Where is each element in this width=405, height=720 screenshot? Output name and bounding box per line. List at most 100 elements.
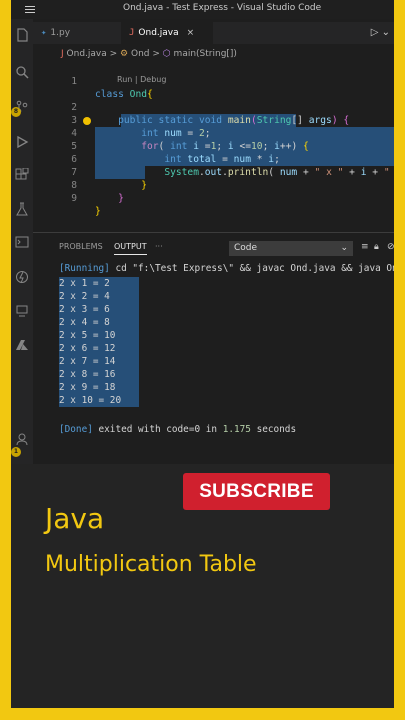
extensions-icon[interactable] [15,167,29,181]
code-line: 7 } [33,153,147,191]
code-text: int total = num * i; [164,154,280,165]
done-unit: seconds [250,424,297,435]
tab-output[interactable]: OUTPUT [114,242,147,255]
clear-icon[interactable]: ⊘ [387,242,394,252]
code-token: 2 [198,128,205,139]
code-token: main [227,115,251,126]
code-token: num [164,128,182,139]
code-text: } [95,179,147,192]
code-token: 10 [251,141,263,152]
output-done-line: [Done] exited with code=0 in 1.175 secon… [59,423,296,436]
output-channel-value: Code [234,243,258,253]
code-line: 4 for( int i =1; i <=10; i++) { [33,114,309,152]
tab-problems[interactable]: PROBLEMS [59,242,103,251]
code-token: { [343,115,350,126]
code-token: i [268,154,275,165]
azure-icon[interactable] [15,337,29,351]
lightbulb-icon[interactable] [83,117,91,125]
tab-label: Ond.java [138,28,179,38]
code-token: } [118,193,124,204]
method-icon: ⬡ [162,49,171,59]
output-line: 2 x 3 = 6 [59,304,110,315]
promo-subtitle: Multiplication Table [45,552,257,577]
code-token: total [187,154,217,165]
output-line: 2 x 9 = 18 [59,382,116,393]
more-actions-icon[interactable]: ··· [155,242,163,251]
terminal-icon[interactable] [15,234,29,248]
title-bar: Ond.java - Test Express - Visual Studio … [11,0,394,19]
breadcrumb-file[interactable]: Ond.java [67,49,107,59]
code-line: 2 public static void main(String[] args)… [33,88,349,126]
code-token: ) [331,115,338,126]
menu-icon[interactable] [25,6,35,13]
code-text: class Ond{ [95,88,153,101]
explorer-icon[interactable] [15,27,29,42]
code-token: " = " [383,167,390,178]
codelens-run-debug[interactable]: Run | Debug [117,75,166,84]
code-token: i [360,167,367,178]
code-token: println [227,167,269,178]
java-icon: J [129,28,135,38]
code-runner-icon[interactable] [15,269,29,284]
promo-title: Java [45,502,105,535]
class-icon: ⚙ [120,49,129,59]
code-token: System [164,167,199,178]
output-channel-select[interactable]: Code ⌄ [229,241,353,256]
code-text: public static void main(String[] args) { [118,115,350,126]
lock-icon[interactable]: 🔒︎ [374,242,379,252]
accounts-icon[interactable] [15,431,29,446]
code-token: int [164,154,182,165]
done-time: 1.175 [222,424,251,435]
run-debug-icon[interactable] [15,134,29,149]
editor-tabs: ✦ 1.py J Ond.java × ▷ ⌄ [33,22,394,44]
line-number: 9 [71,193,77,204]
subscribe-button[interactable]: SUBSCRIBE [183,473,330,510]
testing-icon[interactable] [15,201,29,216]
code-token: } [141,180,147,191]
source-control-badge: 8 [11,107,21,117]
running-tag: [Running] [59,263,110,274]
code-token: i [274,141,280,152]
code-token: public static void [118,115,223,126]
output-command: cd "f:\Test Express\" && javac Ond.java … [109,263,394,274]
breadcrumb-class[interactable]: Ond [131,49,150,59]
code-text: } [95,205,101,218]
list-filter-icon[interactable]: ≡ [361,242,369,252]
tab-1-py[interactable]: ✦ 1.py [33,22,117,44]
code-line: 6 System.out.println( num + " x " + i + … [33,140,389,178]
code-token: 1 [210,141,217,152]
remote-explorer-icon[interactable] [15,303,29,317]
code-editor[interactable]: Run | Debug 1 class Ond{ 2 public static… [33,60,394,230]
code-line: 5 int total = num * i; [33,127,280,165]
run-button[interactable]: ▷ ⌄ [371,22,390,44]
code-token: out [204,167,223,178]
output-line: 2 x 8 = 16 [59,369,116,380]
code-text: for( int i =1; i <=10; i++) { [141,141,309,152]
code-token: { [303,141,309,152]
code-token: String [256,115,292,126]
done-tag: [Done] [59,424,93,435]
code-token: args [308,115,332,126]
tab-ond-java[interactable]: J Ond.java × [121,22,213,44]
output-line: 2 x 10 = 20 [59,395,122,406]
done-text: exited with code=0 in [92,424,223,435]
code-line: 9 } [33,179,101,217]
output-line: 2 x 2 = 4 [59,291,110,302]
breadcrumb-method[interactable]: main(String[]) [174,49,237,59]
java-icon: J [61,49,64,59]
tab-label: 1.py [50,28,71,38]
output-line: 2 x 4 = 8 [59,317,110,328]
code-token: for [141,141,159,152]
code-token: int [170,141,188,152]
bottom-panel: PROBLEMS OUTPUT ··· Code ⌄ ≡ 🔒︎ ⊘ [Runni… [33,232,394,464]
code-token: } [95,206,101,217]
code-line: 8 } [33,166,124,204]
chevron-down-icon: ⌄ [340,243,348,253]
line-number: 1 [71,76,77,87]
code-token: i [193,141,199,152]
close-icon[interactable]: × [187,28,195,38]
code-text: int num = 2; [141,128,211,139]
output-line: 2 x 1 = 2 [59,278,110,289]
code-token: num [233,154,251,165]
search-icon[interactable] [15,64,29,79]
